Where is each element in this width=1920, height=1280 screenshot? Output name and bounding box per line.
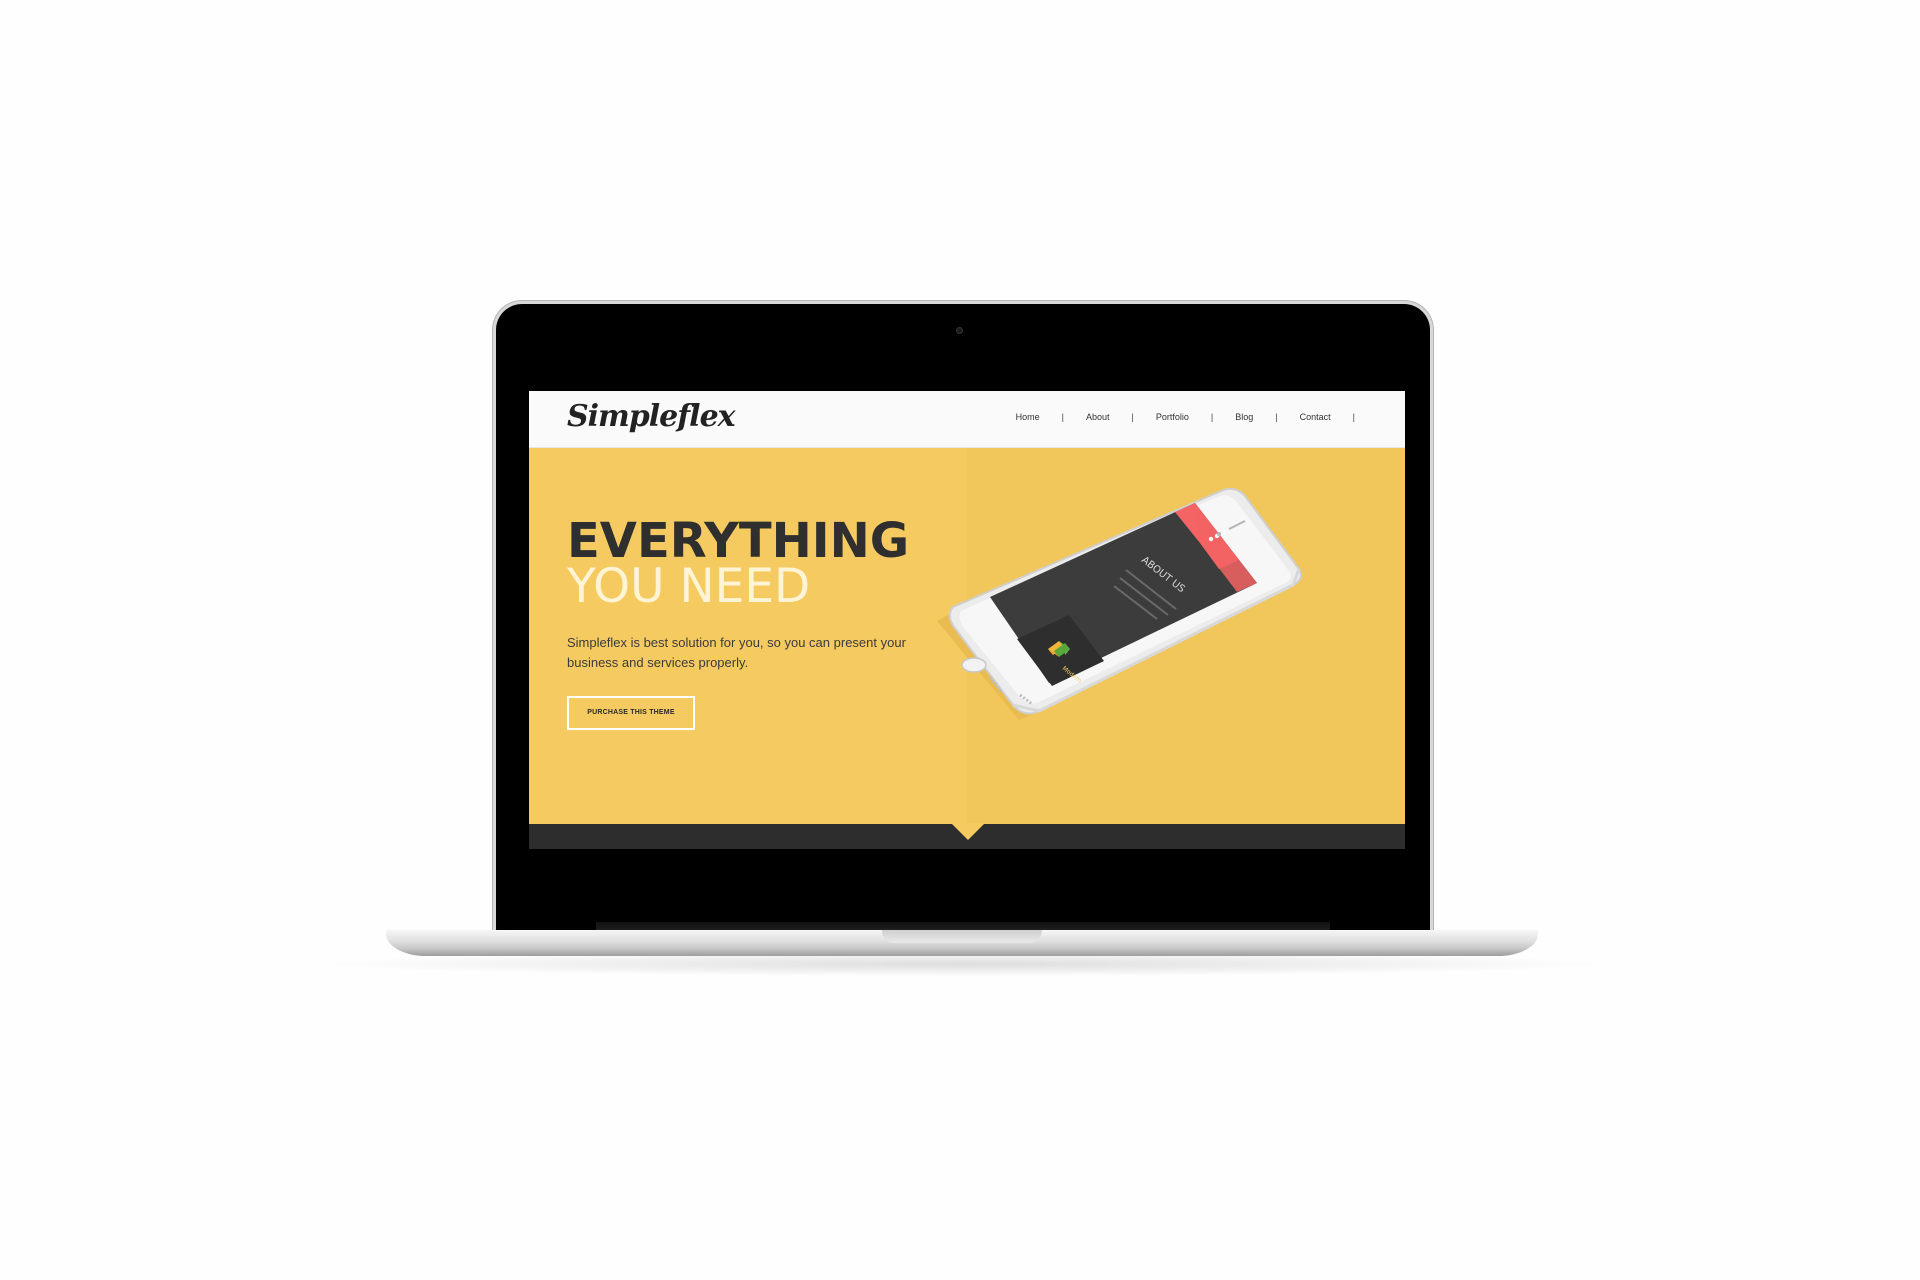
phone-mockup: ABOUT US Modern bbox=[937, 487, 1302, 720]
phone-body: ABOUT US Modern bbox=[948, 487, 1302, 715]
laptop-screen: Simpleflex Home | About | Portfolio | Bl… bbox=[529, 391, 1405, 849]
laptop-lid: Simpleflex Home | About | Portfolio | Bl… bbox=[496, 304, 1430, 932]
camera-icon bbox=[956, 327, 963, 334]
laptop-base bbox=[386, 930, 1538, 956]
laptop-opening-notch bbox=[882, 930, 1042, 943]
scroll-down-arrow-icon[interactable] bbox=[951, 823, 985, 840]
mockup-stage: Simpleflex Home | About | Portfolio | Bl… bbox=[0, 0, 1920, 1280]
phone-home-button-icon bbox=[961, 657, 987, 673]
